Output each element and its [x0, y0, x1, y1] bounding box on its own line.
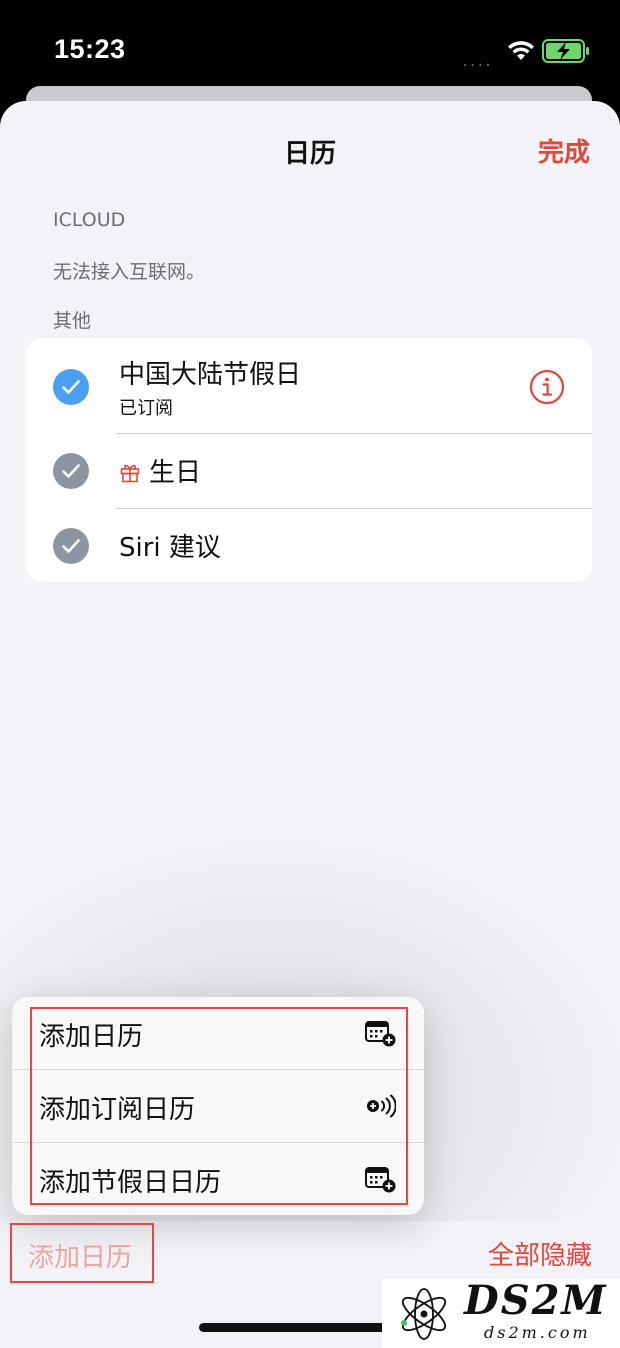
calendar-add-icon [365, 1021, 396, 1047]
calendar-title: 中国大陆节假日 [119, 360, 302, 390]
watermark-domain: ds2m.com [484, 1323, 591, 1342]
watermark: DS2M ds2m.com [382, 1277, 620, 1348]
calendars-sheet: 日历 完成 ICLOUD 无法接入互联网。 其他 中国大陆节假日 已订阅 生日 … [0, 101, 620, 1348]
atom-logo-icon [401, 1288, 447, 1340]
section-header-other: 其他 [53, 310, 92, 332]
icloud-status-note: 无法接入互联网。 [53, 261, 206, 283]
calendar-row-siri-suggestions[interactable]: Siri 建议 [26, 509, 592, 582]
calendar-add-icon [365, 1167, 396, 1193]
calendar-row-holidays[interactable]: 中国大陆节假日 已订阅 [26, 338, 592, 434]
cellular-signal-icon: .... [462, 50, 493, 71]
watermark-brand: DS2M [464, 1277, 608, 1324]
checkmark-icon[interactable] [53, 453, 89, 489]
menu-item-label: 添加订阅日历 [39, 1095, 196, 1125]
checkmark-icon[interactable] [53, 369, 89, 405]
add-calendar-label: 添加日历 [28, 1243, 133, 1273]
menu-item-add-calendar[interactable]: 添加日历 [12, 997, 424, 1069]
done-button[interactable]: 完成 [538, 132, 590, 169]
calendar-row-birthdays[interactable]: 生日 [26, 434, 592, 509]
calendar-subtitle: 已订阅 [119, 398, 173, 419]
section-header-icloud: ICLOUD [53, 209, 126, 231]
calendar-title: 生日 [149, 458, 202, 488]
menu-item-add-holiday-calendar[interactable]: 添加节假日日历 [12, 1143, 424, 1215]
add-calendar-button[interactable]: 添加日历 [10, 1223, 154, 1283]
wifi-icon [508, 41, 534, 60]
other-calendars-list: 中国大陆节假日 已订阅 生日 Siri 建议 [26, 338, 592, 582]
status-time: 15:23 [54, 34, 126, 64]
subscribe-broadcast-icon [367, 1094, 396, 1118]
menu-item-label: 添加节假日日历 [39, 1168, 222, 1198]
add-calendar-popup-menu: 添加日历 添加订阅日历 添加节假日日历 [12, 997, 424, 1215]
status-bar: 15:23 .... [0, 0, 620, 100]
checkmark-icon[interactable] [53, 528, 89, 564]
gift-icon [120, 464, 140, 483]
menu-item-add-subscribed-calendar[interactable]: 添加订阅日历 [12, 1070, 424, 1142]
menu-item-label: 添加日历 [39, 1022, 144, 1052]
hide-all-button[interactable]: 全部隐藏 [488, 1235, 592, 1272]
battery-charging-icon [542, 39, 589, 63]
page-title: 日历 [283, 139, 336, 169]
info-icon[interactable] [529, 369, 565, 405]
calendar-title: Siri 建议 [119, 533, 221, 563]
